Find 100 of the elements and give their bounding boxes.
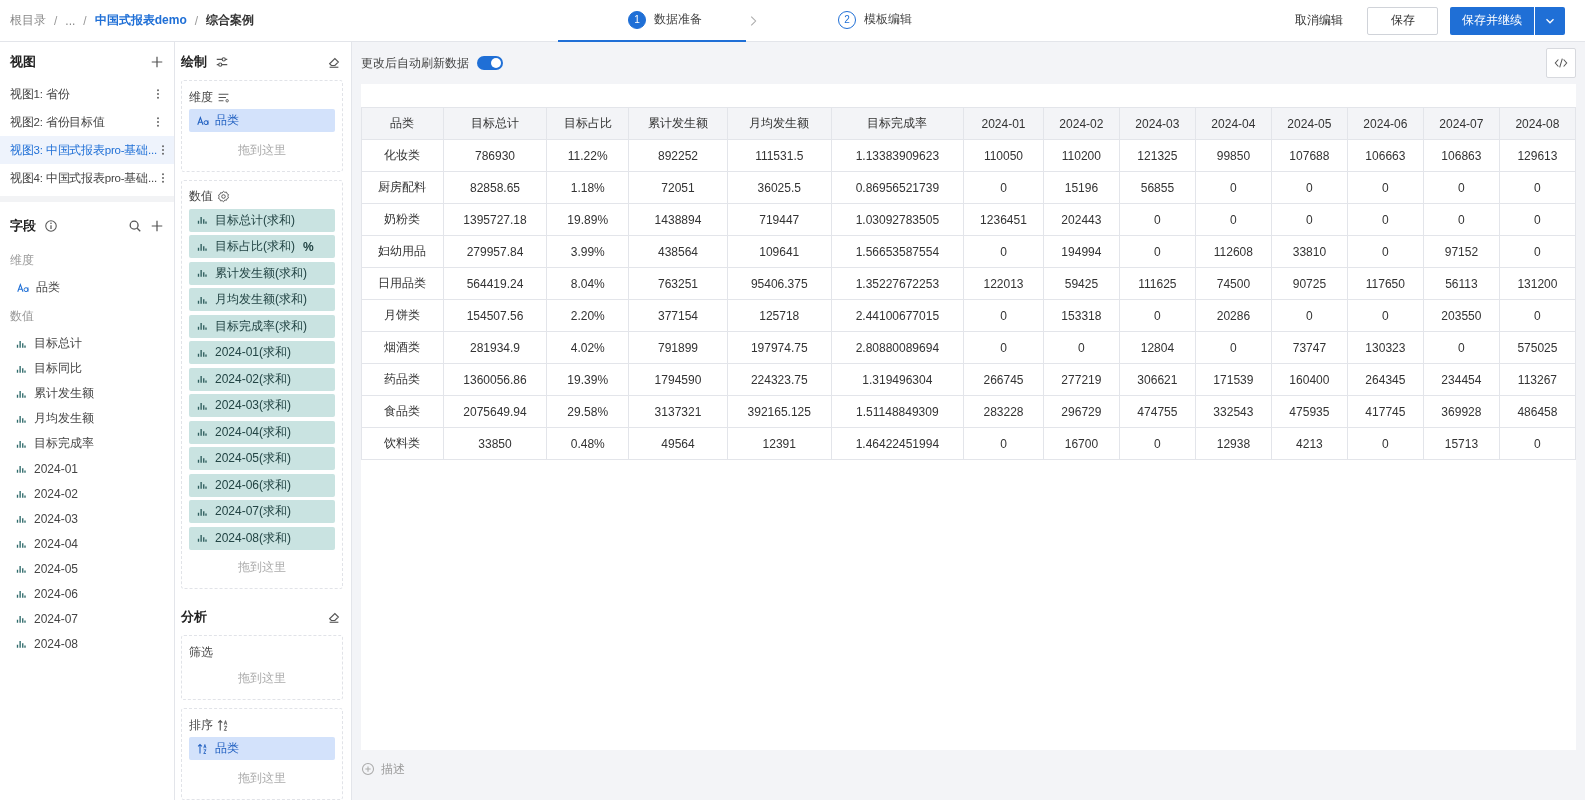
column-header: 月均发生额: [727, 107, 832, 140]
table-cell: 4213: [1271, 427, 1348, 460]
field-chip[interactable]: 2024-02(求和): [189, 367, 335, 391]
field-chip[interactable]: 2024-07(求和): [189, 500, 335, 523]
field-item[interactable]: 累计发生额: [0, 381, 174, 406]
table-cell: 15196: [1043, 171, 1120, 204]
column-header: 2024-05: [1271, 107, 1348, 140]
table-cell: 1395727.18: [443, 203, 547, 236]
save-button[interactable]: 保存: [1367, 6, 1438, 35]
table-cell: 279957.84: [443, 235, 547, 268]
field-item[interactable]: 2024-04: [0, 531, 174, 556]
field-item[interactable]: 2024-01: [0, 456, 174, 481]
table-cell: 0: [1347, 427, 1424, 460]
table-cell: 160400: [1271, 363, 1348, 396]
table-cell: 763251: [628, 267, 728, 300]
field-chip[interactable]: 目标总计(求和): [189, 208, 335, 232]
field-item[interactable]: 2024-02: [0, 481, 174, 506]
view-item[interactable]: 视图1: 省份: [0, 80, 174, 108]
add-icon[interactable]: [150, 55, 164, 69]
percent-mark: %: [303, 239, 314, 254]
bar-chart-icon: [197, 426, 209, 438]
table-cell: 0: [1499, 299, 1576, 332]
field-item[interactable]: 2024-08: [0, 631, 174, 656]
table-cell: 药品类: [361, 363, 444, 396]
field-item[interactable]: 月均发生额: [0, 406, 174, 431]
table-cell: 1236451: [963, 203, 1044, 236]
drop-hint: 拖到这里: [237, 559, 287, 576]
table-cell: 日用品类: [361, 267, 444, 300]
step-tab[interactable]: 2 模板编辑: [820, 0, 956, 42]
field-chip[interactable]: 月均发生额(求和): [189, 288, 335, 311]
table-cell: 266745: [963, 363, 1044, 396]
table-cell: 106863: [1423, 139, 1500, 172]
table-cell: 厨房配料: [361, 171, 444, 204]
table-cell: 1794590: [628, 363, 728, 396]
column-header: 2024-06: [1347, 107, 1424, 140]
table-cell: 112608: [1195, 235, 1272, 268]
table-cell: 474755: [1119, 395, 1196, 428]
table-cell: 111625: [1119, 267, 1196, 300]
bar-chart-icon: [197, 479, 209, 491]
sort-icon[interactable]: [217, 718, 230, 732]
field-chip[interactable]: 目标完成率(求和): [189, 314, 335, 338]
field-item[interactable]: 目标同比: [0, 356, 174, 381]
field-chip[interactable]: 目标占比(求和) %: [189, 235, 335, 258]
view-label: 视图2: 省份目标值: [10, 114, 105, 130]
table-cell: 49564: [628, 427, 728, 460]
view-item[interactable]: 视图4: 中国式报表pro-基础...: [0, 164, 174, 192]
search-icon[interactable]: [128, 219, 142, 233]
eraser-icon[interactable]: [327, 55, 341, 69]
dropdown-button[interactable]: [1535, 6, 1565, 35]
field-chip[interactable]: 2024-01(求和): [189, 341, 335, 364]
table-cell: 154507.56: [443, 299, 547, 332]
field-chip[interactable]: 品类: [189, 737, 335, 760]
column-header: 品类: [361, 107, 444, 140]
field-chip[interactable]: 品类: [189, 109, 335, 132]
table-cell: 0: [1271, 299, 1348, 332]
sliders-icon[interactable]: [215, 55, 229, 69]
view-item[interactable]: 视图2: 省份目标值: [0, 108, 174, 136]
table-cell: 56113: [1423, 267, 1500, 300]
breadcrumb-item[interactable]: ...: [65, 13, 76, 28]
table-cell: 892252: [628, 139, 728, 172]
save-continue-button[interactable]: 保存并继续: [1450, 6, 1534, 35]
field-item[interactable]: 2024-05: [0, 556, 174, 581]
field-chip[interactable]: 2024-05(求和): [189, 447, 335, 470]
settings-icon[interactable]: [217, 190, 230, 203]
breadcrumb-item[interactable]: 根目录: [10, 12, 46, 29]
code-icon: [1554, 56, 1568, 70]
table-cell: 107688: [1271, 139, 1348, 172]
column-header: 目标完成率: [831, 107, 964, 140]
table-cell: 791899: [628, 331, 728, 364]
field-item[interactable]: 品类: [0, 275, 174, 300]
field-chip[interactable]: 2024-04(求和): [189, 420, 335, 444]
field-item[interactable]: 2024-07: [0, 606, 174, 631]
field-chip[interactable]: 2024-03(求和): [189, 394, 335, 417]
code-button[interactable]: [1546, 48, 1576, 78]
field-chip[interactable]: 2024-06(求和): [189, 473, 335, 497]
toggle-switch[interactable]: [477, 56, 503, 70]
field-item[interactable]: 2024-06: [0, 581, 174, 606]
table-cell: 0: [963, 171, 1044, 204]
table-cell: 90725: [1271, 267, 1348, 300]
table-cell: 0: [1499, 235, 1576, 268]
table-cell: 33810: [1271, 235, 1348, 268]
add-icon[interactable]: [150, 219, 164, 233]
column-header: 2024-08: [1499, 107, 1576, 140]
bar-chart-icon: [197, 532, 209, 544]
breadcrumb-item[interactable]: 中国式报表demo: [94, 12, 187, 29]
field-chip[interactable]: 2024-08(求和): [189, 526, 335, 550]
field-item[interactable]: 目标完成率: [0, 431, 174, 456]
table-cell: 564419.24: [443, 267, 547, 300]
field-item[interactable]: 目标总计: [0, 331, 174, 356]
field-chip[interactable]: 累计发生额(求和): [189, 261, 335, 285]
table-cell: 281934.9: [443, 331, 547, 364]
table-cell: 224323.75: [727, 363, 832, 396]
table-cell: 月饼类: [361, 299, 444, 332]
table-cell: 1.18%: [546, 171, 629, 204]
table-cell: 0: [1119, 299, 1196, 332]
table-cell: 2.80880089694: [831, 331, 964, 364]
view-item[interactable]: 视图3: 中国式报表pro-基础...: [0, 136, 174, 164]
cancel-button[interactable]: 取消编辑: [1283, 12, 1355, 29]
eraser-icon[interactable]: [327, 610, 341, 624]
field-item[interactable]: 2024-03: [0, 506, 174, 531]
